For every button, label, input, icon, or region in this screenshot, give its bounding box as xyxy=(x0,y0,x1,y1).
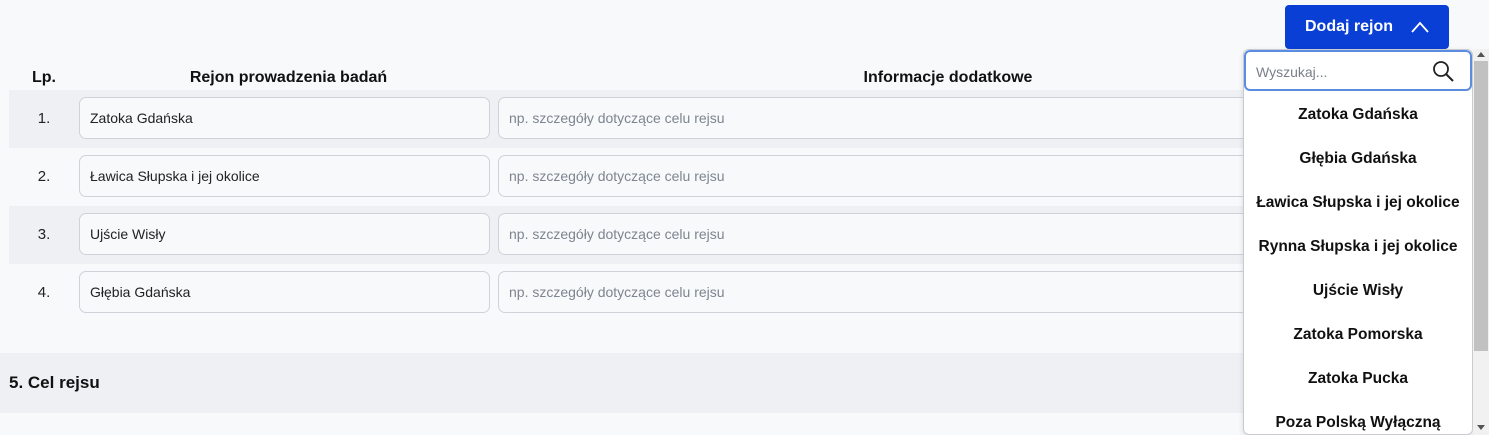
search-box xyxy=(1244,50,1472,91)
info-field[interactable]: np. szczegóły dotyczące celu rejsu xyxy=(498,271,1269,313)
search-input[interactable] xyxy=(1254,58,1428,86)
dropdown-option[interactable]: Ujście Wisły xyxy=(1244,269,1472,313)
dropdown-option[interactable]: Ławica Słupska i jej okolice xyxy=(1244,181,1472,225)
row-number: 1. xyxy=(37,110,51,127)
table-row: 3. Ujście Wisły np. szczegóły dotyczące … xyxy=(9,206,1269,264)
table-row: 2. Ławica Słupska i jej okolice np. szcz… xyxy=(9,148,1269,206)
row-number: 4. xyxy=(37,284,51,301)
header-region: Rejon prowadzenia badań xyxy=(189,69,388,86)
info-field[interactable]: np. szczegóły dotyczące celu rejsu xyxy=(498,97,1269,139)
add-region-label: Dodaj rejon xyxy=(1304,18,1393,35)
info-field[interactable]: np. szczegóły dotyczące celu rejsu xyxy=(498,155,1269,197)
add-region-button[interactable]: Dodaj rejon xyxy=(1285,5,1449,49)
dropdown-option[interactable]: Poza Polską Wyłączną xyxy=(1244,401,1472,434)
search-icon xyxy=(1433,61,1454,82)
dropdown-scrollbar[interactable] xyxy=(1473,49,1489,435)
dropdown-option[interactable]: Zatoka Gdańska xyxy=(1244,93,1472,137)
region-field[interactable]: Ujście Wisły xyxy=(79,213,490,255)
scroll-down-arrow-icon[interactable] xyxy=(1477,425,1485,430)
section-title: 5. Cel rejsu xyxy=(9,373,100,392)
chevron-up-icon xyxy=(1411,21,1429,33)
dropdown-option[interactable]: Rynna Słupska i jej okolice xyxy=(1244,225,1472,269)
dropdown-option[interactable]: Zatoka Pomorska xyxy=(1244,313,1472,357)
row-number: 2. xyxy=(37,168,51,185)
info-field[interactable]: np. szczegóły dotyczące celu rejsu xyxy=(498,213,1269,255)
region-field[interactable]: Ławica Słupska i jej okolice xyxy=(79,155,490,197)
region-field[interactable]: Głębia Gdańska xyxy=(79,271,490,313)
region-dropdown: Zatoka Gdańska Głębia Gdańska Ławica Słu… xyxy=(1243,49,1473,435)
dropdown-option[interactable]: Zatoka Pucka xyxy=(1244,357,1472,401)
dropdown-option[interactable]: Głębia Gdańska xyxy=(1244,137,1472,181)
table-row: 1. Zatoka Gdańska np. szczegóły dotycząc… xyxy=(9,90,1269,148)
header-lp: Lp. xyxy=(32,69,56,86)
scroll-up-arrow-icon[interactable] xyxy=(1477,52,1485,57)
section-cruise-goal[interactable]: 5. Cel rejsu xyxy=(0,353,1245,413)
region-field[interactable]: Zatoka Gdańska xyxy=(79,97,490,139)
scroll-thumb[interactable] xyxy=(1474,61,1488,351)
table-row: 4. Głębia Gdańska np. szczegóły dotycząc… xyxy=(9,264,1269,322)
row-number: 3. xyxy=(37,226,51,243)
